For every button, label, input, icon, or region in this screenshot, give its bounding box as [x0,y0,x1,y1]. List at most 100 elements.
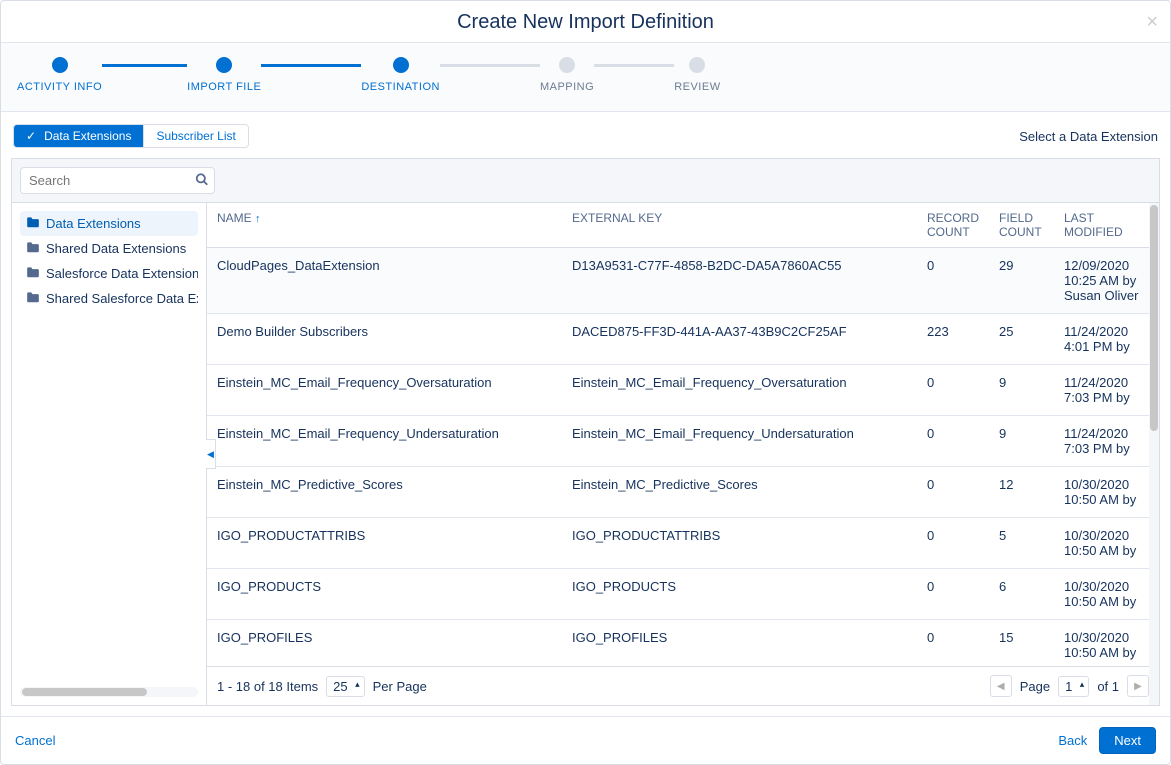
table-row[interactable]: Einstein_MC_Email_Frequency_Undersaturat… [207,416,1159,467]
cell-last: 11/24/2020 7:03 PM by [1054,365,1159,416]
modal-header: Create New Import Definition × [1,1,1170,43]
page-size-select[interactable]: 25 [326,676,364,697]
wizard-step-mapping[interactable]: MAPPING [540,57,594,93]
cell-field: 12 [989,467,1054,518]
folder-label: Salesforce Data Extensions [46,266,198,281]
cell-field: 25 [989,314,1054,365]
cell-rec: 223 [917,314,989,365]
col-field-count[interactable]: FIELD COUNT [989,203,1054,248]
table-scroll[interactable]: NAME ↑ EXTERNAL KEY RECORD COUNT FIELD C… [207,203,1159,666]
step-dot-icon [689,57,705,73]
step-connector [102,64,187,67]
cell-ext: IGO_PRODUCTS [562,569,917,620]
table-row[interactable]: Einstein_MC_Predictive_ScoresEinstein_MC… [207,467,1159,518]
cell-field: 29 [989,248,1054,314]
folder-shared-salesforce-data-extensions[interactable]: Shared Salesforce Data Extensions [20,286,198,311]
folder-tree: Data Extensions Shared Data Extensions Sal… [20,211,198,681]
wizard-step-destination[interactable]: DESTINATION [361,57,440,93]
pagination: 1 - 18 of 18 Items 25 Per Page ◀ Page 1 … [207,666,1159,705]
cell-field: 5 [989,518,1054,569]
cell-name: CloudPages_DataExtension [207,248,562,314]
table-row[interactable]: IGO_PROFILESIGO_PROFILES01510/30/2020 10… [207,620,1159,667]
cell-ext: DACED875-FF3D-441A-AA37-43B9C2CF25AF [562,314,917,365]
search-input[interactable] [20,167,215,194]
cell-ext: Einstein_MC_Email_Frequency_Oversaturati… [562,365,917,416]
step-dot-icon [216,57,232,73]
cell-ext: Einstein_MC_Predictive_Scores [562,467,917,518]
table-vscroll[interactable] [1149,203,1159,666]
step-dot-icon [559,57,575,73]
cell-rec: 0 [917,620,989,667]
table-row[interactable]: Einstein_MC_Email_Frequency_Oversaturati… [207,365,1159,416]
close-icon[interactable]: × [1146,11,1158,34]
col-last-modified[interactable]: LAST MODIFIED [1054,203,1159,248]
pager-prev[interactable]: ◀ [990,675,1012,697]
search-box [20,167,215,194]
content-area: Data Extensions Shared Data Extensions Sal… [1,158,1170,716]
cell-last: 12/09/2020 10:25 AM by Susan Oliver [1054,248,1159,314]
modal-title: Create New Import Definition [17,11,1154,34]
per-page-label: Per Page [373,679,427,694]
toggle-data-extensions[interactable]: Data Extensions [14,125,143,147]
cell-name: Einstein_MC_Predictive_Scores [207,467,562,518]
step-dot-icon [52,57,68,73]
wizard-step-review[interactable]: REVIEW [674,57,720,93]
cell-field: 9 [989,365,1054,416]
step-label: DESTINATION [361,81,440,93]
folder-label: Data Extensions [46,216,141,231]
page-of: of 1 [1097,679,1119,694]
back-button[interactable]: Back [1058,733,1087,748]
col-ext[interactable]: EXTERNAL KEY [562,203,917,248]
cell-name: IGO_PRODUCTATTRIBS [207,518,562,569]
folder-data-extensions[interactable]: Data Extensions [20,211,198,236]
folder-sidebar: Data Extensions Shared Data Extensions Sal… [12,203,207,705]
step-label: IMPORT FILE [187,81,261,93]
step-connector [261,64,361,67]
folder-label: Shared Data Extensions [46,241,186,256]
page-label: Page [1020,679,1050,694]
wizard-step-activity-info[interactable]: ACTIVITY INFO [17,57,102,93]
cell-name: IGO_PRODUCTS [207,569,562,620]
cell-name: Einstein_MC_Email_Frequency_Undersaturat… [207,416,562,467]
cell-last: 10/30/2020 10:50 AM by [1054,518,1159,569]
modal-dialog: Create New Import Definition × ACTIVITY … [0,0,1171,765]
folder-icon [26,291,40,306]
modal-footer: Cancel Back Next [1,716,1170,764]
sort-asc-icon: ↑ [255,213,261,225]
cell-rec: 0 [917,416,989,467]
cell-last: 11/24/2020 4:01 PM by [1054,314,1159,365]
col-record-count[interactable]: RECORD COUNT [917,203,989,248]
table-panel: ◀ NAME ↑ EXTERNAL KEY RECORD COUNT [207,203,1159,705]
step-connector [594,64,674,67]
cancel-button[interactable]: Cancel [15,733,55,748]
table-row[interactable]: IGO_PRODUCTSIGO_PRODUCTS0610/30/2020 10:… [207,569,1159,620]
folder-icon [26,266,40,281]
step-label: REVIEW [674,81,720,93]
page-number-select[interactable]: 1 [1058,676,1089,697]
destination-type-row: Data Extensions Subscriber List Select a… [1,112,1170,158]
pager-next[interactable]: ▶ [1127,675,1149,697]
search-icon [195,172,209,189]
table-row[interactable]: Demo Builder SubscribersDACED875-FF3D-44… [207,314,1159,365]
table-row[interactable]: IGO_PRODUCTATTRIBSIGO_PRODUCTATTRIBS0510… [207,518,1159,569]
folder-shared-data-extensions[interactable]: Shared Data Extensions [20,236,198,261]
cell-field: 15 [989,620,1054,667]
cell-last: 10/30/2020 10:50 AM by [1054,467,1159,518]
sidebar-hscroll[interactable] [20,687,198,697]
cell-field: 9 [989,416,1054,467]
step-connector [440,64,540,67]
toggle-label-a: Data Extensions [44,129,131,143]
wizard-step-import-file[interactable]: IMPORT FILE [187,57,261,93]
cell-name: IGO_PROFILES [207,620,562,667]
table-row[interactable]: CloudPages_DataExtensionD13A9531-C77F-48… [207,248,1159,314]
col-name[interactable]: NAME ↑ [207,203,562,248]
next-button[interactable]: Next [1099,727,1156,754]
check-icon [26,129,40,143]
cell-rec: 0 [917,365,989,416]
folder-salesforce-data-extensions[interactable]: Salesforce Data Extensions [20,261,198,286]
cell-rec: 0 [917,569,989,620]
destination-toggle: Data Extensions Subscriber List [13,124,249,148]
collapse-sidebar-handle[interactable]: ◀ [206,439,216,469]
toggle-subscriber-list[interactable]: Subscriber List [143,125,247,147]
folder-icon [26,241,40,256]
